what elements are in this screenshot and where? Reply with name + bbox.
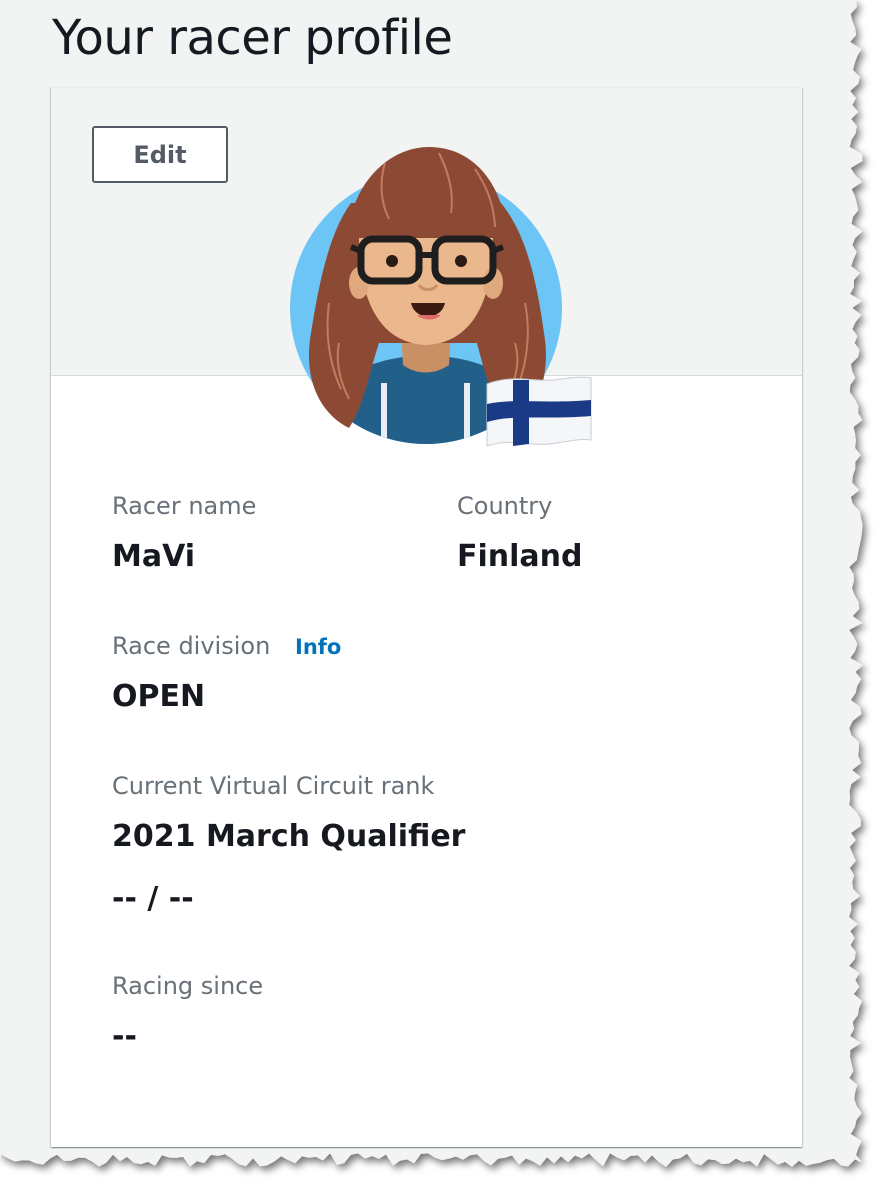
racer-name-value: MaVi (112, 539, 196, 574)
screenshot-frame: Your racer profile Edit Racer name MaVi … (0, 0, 886, 1194)
profile-card: Edit Racer name MaVi Country Finland Rac… (51, 87, 802, 1147)
country-value: Finland (457, 539, 583, 574)
edit-button[interactable]: Edit (92, 126, 228, 183)
racing-since-value: -- (112, 1019, 137, 1054)
racer-name-label: Racer name (112, 492, 257, 520)
finland-flag-icon (486, 376, 592, 447)
race-division-value: OPEN (112, 679, 206, 714)
race-division-label: Race division (112, 632, 271, 660)
circuit-rank-label: Current Virtual Circuit rank (112, 772, 435, 800)
racing-since-label: Racing since (112, 972, 264, 1000)
circuit-rank-event: 2021 March Qualifier (112, 819, 466, 854)
race-division-info-link[interactable]: Info (295, 633, 341, 661)
page-title: Your racer profile (52, 10, 453, 66)
circuit-rank-value: -- / -- (112, 881, 194, 916)
country-label: Country (457, 492, 553, 520)
